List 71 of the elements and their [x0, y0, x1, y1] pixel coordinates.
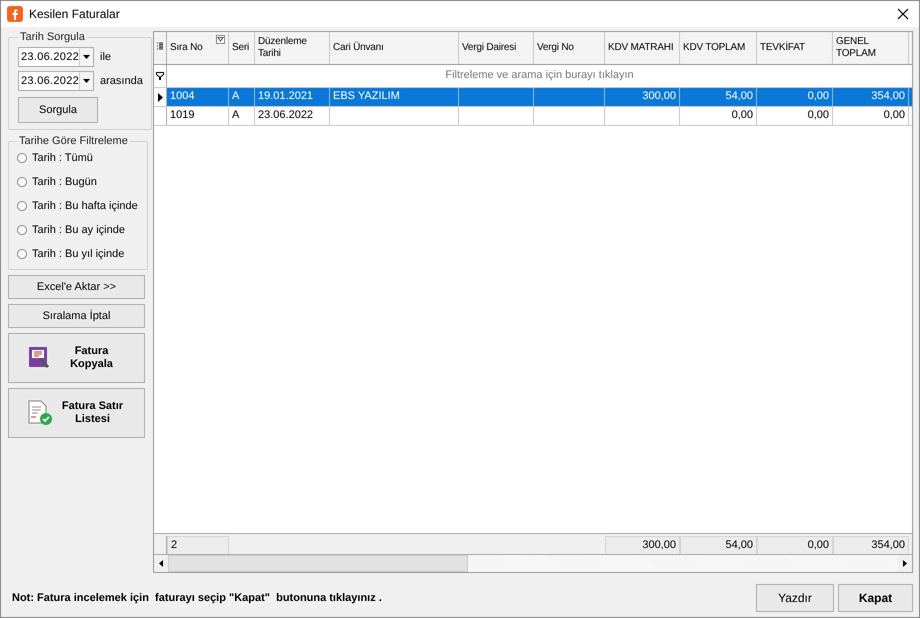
print-button[interactable]: Yazdır [756, 584, 834, 612]
field-label: arasında [100, 75, 143, 87]
query-button[interactable]: Sorgula [18, 97, 98, 123]
column-header[interactable]: GENEL TOPLAM [833, 32, 909, 64]
invoice-lines-button[interactable]: Fatura Satır Listesi [8, 388, 145, 438]
filter-icon[interactable] [156, 72, 164, 80]
column-header[interactable]: Sıra No [167, 32, 229, 64]
column-header[interactable]: KDV TOPLAM [680, 32, 757, 64]
radio-button[interactable] [17, 201, 27, 211]
window-title: Kesilen Faturalar [29, 7, 121, 21]
close-icon[interactable] [897, 8, 909, 20]
table-cell: 23.06.2022 [258, 109, 314, 121]
table-cell: 0,00 [808, 109, 829, 121]
action-button[interactable]: Sıralama İptal [8, 304, 145, 328]
radio-button[interactable] [17, 153, 27, 163]
group-title: Tarihe Göre Filtreleme [18, 135, 129, 147]
total-cell: 300,00 [642, 539, 676, 551]
table-cell: 1004 [170, 90, 194, 102]
column-header[interactable]: Düzenleme Tarihi [255, 32, 330, 64]
row-count: 2 [171, 539, 178, 551]
radio-label[interactable]: Tarih : Bugün [32, 176, 97, 188]
table-cell: 0,00 [732, 109, 753, 121]
app-icon [7, 6, 23, 22]
radio-label[interactable]: Tarih : Bu hafta içinde [32, 200, 138, 212]
total-cell: 0,00 [808, 539, 829, 551]
column-header[interactable]: Cari Ünvanı [330, 32, 459, 64]
column-header[interactable]: Vergi No [534, 32, 605, 64]
table-cell: 354,00 [871, 90, 905, 102]
table-cell: 0,00 [808, 90, 829, 102]
scroll-right-icon[interactable] [903, 560, 907, 567]
current-row-icon [158, 92, 162, 102]
action-button[interactable]: Excel'e Aktar >> [8, 275, 145, 299]
column-header[interactable]: TEVKİFAT [757, 32, 833, 64]
column-header[interactable]: KDV MATRAHI [605, 32, 680, 64]
column-header[interactable]: Vergi Dairesi [459, 32, 534, 64]
radio-button[interactable] [17, 249, 27, 259]
column-chooser-icon[interactable] [157, 42, 163, 51]
table-row[interactable]: 1019 A 23.06.2022 0,00 0,00 0,00 [154, 107, 912, 126]
column-header[interactable]: Seri [229, 32, 255, 64]
radio-label[interactable]: Tarih : Tümü [32, 152, 93, 164]
note-text: Not: Fatura incelemek için faturayı seçip "Kapat" butonuna tıklayınız . [12, 592, 383, 604]
radio-button[interactable] [17, 177, 27, 187]
copy-invoice-button[interactable]: Fatura Kopyala [8, 333, 145, 383]
table-cell: A [232, 109, 240, 121]
table-cell: A [232, 90, 240, 102]
radio-button[interactable] [17, 225, 27, 235]
document-pen-icon [28, 346, 52, 370]
date-field[interactable]: 23.06.2022 [18, 47, 94, 67]
table-row[interactable]: 1004 A 19.01.2021 EBS YAZILIM 300,00 54,00 0,00 354,00 [154, 88, 912, 107]
total-cell: 54,00 [725, 539, 753, 551]
close-button[interactable]: Kapat [838, 584, 913, 612]
dropdown-icon [83, 79, 90, 83]
scrollbar-thumb[interactable] [168, 555, 468, 572]
radio-label[interactable]: Tarih : Bu yıl içinde [32, 248, 124, 260]
group-title: Tarih Sorgula [19, 31, 86, 43]
date-field[interactable]: 23.06.2022 [18, 71, 94, 91]
table-cell: EBS YAZILIM [333, 90, 400, 102]
table-cell: 300,00 [642, 90, 676, 102]
table-cell: 54,00 [725, 90, 753, 102]
filter-icon[interactable] [216, 35, 225, 44]
table-cell: 0,00 [884, 109, 905, 121]
dropdown-icon [83, 55, 90, 59]
document-check-icon [26, 400, 52, 426]
field-label: ile [100, 51, 112, 63]
table-cell: 19.01.2021 [258, 90, 314, 102]
filter-row[interactable]: Filtreleme ve arama için burayı tıklayın [167, 65, 912, 87]
table-cell: 1019 [170, 109, 194, 121]
total-cell: 354,00 [871, 539, 905, 551]
radio-label[interactable]: Tarih : Bu ay içinde [32, 224, 125, 236]
horizontal-scrollbar[interactable] [154, 555, 912, 572]
scroll-left-icon[interactable] [159, 560, 163, 567]
